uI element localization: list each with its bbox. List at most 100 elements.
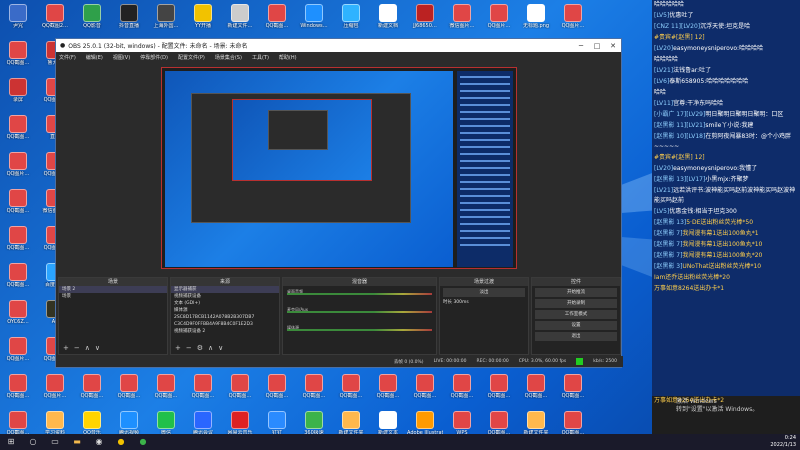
file-icon xyxy=(120,4,138,22)
desktop-icon[interactable]: QQ图片… xyxy=(481,2,517,38)
source-item[interactable]: 显示器捕获 xyxy=(171,286,279,293)
desktop-icon[interactable]: Windows… xyxy=(296,2,332,38)
maximize-button[interactable]: □ xyxy=(589,42,605,50)
desktop-icon[interactable]: YY开播 xyxy=(185,2,221,38)
scene-item[interactable]: 场景 xyxy=(59,293,167,300)
desktop-icon[interactable]: QQ截图2… xyxy=(37,2,73,38)
source-item[interactable]: 文本 (GDI+) xyxy=(171,300,279,307)
mixer-channel[interactable]: 媒体源 xyxy=(287,325,432,333)
tray-date: 2022/1/13 xyxy=(770,442,796,448)
file-icon xyxy=(46,411,64,429)
desktop-icon[interactable]: 尹咒 xyxy=(0,2,36,38)
source-item[interactable]: C3C4D9F0FFBB4A9F8B4C0F1E2D3 xyxy=(171,321,279,328)
mixer-channel[interactable]: 麦克风/Aux xyxy=(287,307,432,315)
sources-toolbar[interactable]: +−⚙∧∨ xyxy=(175,344,228,352)
desktop-icon[interactable]: QQ截图… xyxy=(148,372,184,408)
desktop-icon[interactable]: QQ图片… xyxy=(0,150,36,186)
desktop-icon[interactable]: QQ截图… xyxy=(0,372,36,408)
desktop-icon[interactable]: QQ截图… xyxy=(518,372,554,408)
desktop-icon-label: QQ截图… xyxy=(117,393,141,399)
menu-profile[interactable]: 配置文件(P) xyxy=(178,54,205,61)
start-streaming-button[interactable]: 开始推流 xyxy=(535,288,617,297)
chat-lvl: [LV20] xyxy=(654,165,674,172)
desktop-icon[interactable]: QQ截图… xyxy=(259,2,295,38)
close-button[interactable]: ✕ xyxy=(605,42,621,50)
desktop-icon[interactable]: 压缩包 xyxy=(333,2,369,38)
scenes-title: 场景 xyxy=(59,278,167,286)
desktop-icon[interactable]: QQ截图… xyxy=(0,261,36,297)
obs-preview[interactable] xyxy=(161,67,517,269)
desktop-icon[interactable]: QQ截图… xyxy=(333,372,369,408)
desktop-icon[interactable]: QQ图片… xyxy=(555,2,591,38)
yy-taskbar-icon[interactable]: ● xyxy=(112,436,130,448)
desktop-icon[interactable]: QQ截图… xyxy=(0,113,36,149)
desktop-icon[interactable]: QQ截图… xyxy=(0,39,36,75)
chat-text: 干净东吗哈哈 xyxy=(687,100,724,107)
menu-view[interactable]: 视图(V) xyxy=(113,54,130,61)
settings-button[interactable]: 设置 xyxy=(535,321,617,330)
desktop-icon[interactable]: QQ截图… xyxy=(296,372,332,408)
desktop-icon[interactable]: QQ截图… xyxy=(259,372,295,408)
scene-item[interactable]: 场景 2 xyxy=(59,286,167,293)
desktop-icon-label: QQ截图… xyxy=(302,393,326,399)
desktop-icon[interactable]: QQ截图… xyxy=(185,372,221,408)
desktop-icon[interactable]: QQ截图… xyxy=(0,224,36,260)
duration-input[interactable]: 300ms xyxy=(453,300,468,305)
desktop-icon[interactable]: QQ截图… xyxy=(74,372,110,408)
desktop-icon[interactable]: 抖音直播 xyxy=(111,2,147,38)
start-recording-button[interactable]: 开始录制 xyxy=(535,299,617,308)
menu-scene-collection[interactable]: 场景集合(S) xyxy=(215,54,242,61)
file-icon xyxy=(157,374,175,392)
desktop-icon[interactable]: 新建文档 xyxy=(370,2,406,38)
taskbar: ⊞ ○ ▭ ▬ ◉ ● ● 0:24 2022/1/13 xyxy=(0,434,800,450)
desktop-icon[interactable]: QQ截图… xyxy=(111,372,147,408)
obs-taskbar-icon[interactable]: ◉ xyxy=(90,436,108,448)
desktop-icon[interactable]: 录屏 xyxy=(0,76,36,112)
360-browser-icon[interactable]: ● xyxy=(134,436,152,448)
desktop-icon[interactable]: JJ68650… xyxy=(407,2,443,38)
desktop-icon-label: QQ截图2… xyxy=(41,23,69,29)
desktop-icon-label: QQ截图… xyxy=(265,23,289,29)
menu-edit[interactable]: 编辑(E) xyxy=(86,54,103,61)
menu-help[interactable]: 帮助(H) xyxy=(279,54,297,61)
desktop-icon-label: 压缩包 xyxy=(343,23,359,29)
source-item[interactable]: 视频捕获设备 2 xyxy=(171,328,279,335)
desktop-icon[interactable]: OYC6Z… xyxy=(0,298,36,334)
desktop-icon[interactable]: QQ截图… xyxy=(444,372,480,408)
menu-file[interactable]: 文件(F) xyxy=(59,54,76,61)
search-icon[interactable]: ○ xyxy=(24,436,42,448)
menu-docks[interactable]: 停靠部件(D) xyxy=(140,54,168,61)
file-explorer-icon[interactable]: ▬ xyxy=(68,436,86,448)
chat-name: 我闯漫有幕1 xyxy=(682,230,717,237)
desktop-icon[interactable]: QQ截图… xyxy=(370,372,406,408)
minimize-button[interactable]: ─ xyxy=(573,42,589,50)
desktop-icon[interactable]: 微信图片… xyxy=(444,2,480,38)
desktop-icon[interactable]: QQ截图… xyxy=(555,372,591,408)
desktop-icon[interactable]: 新建文件… xyxy=(222,2,258,38)
start-button[interactable]: ⊞ xyxy=(2,436,20,448)
task-view-icon[interactable]: ▭ xyxy=(46,436,64,448)
desktop-icon[interactable]: QQ截图… xyxy=(0,187,36,223)
desktop-icon[interactable]: QQ影音 xyxy=(74,2,110,38)
desktop-icon[interactable]: 无标题.png xyxy=(518,2,554,38)
chat-message: 万事如意8264送出办卡*1 xyxy=(652,284,800,294)
source-item[interactable]: 媒体源 xyxy=(171,307,279,314)
studio-mode-button[interactable]: 工作室模式 xyxy=(535,310,617,319)
desktop-icon[interactable]: QQ图片… xyxy=(37,372,73,408)
scenes-toolbar[interactable]: +−∧∨ xyxy=(63,344,105,352)
chat-text: 送出粉丝荧光棒*10 xyxy=(708,263,762,270)
chat-message: [CNZ 11][LV20]沉浮天使:坦克是哈 xyxy=(652,22,800,32)
menu-tools[interactable]: 工具(T) xyxy=(252,54,269,61)
mixer-channel[interactable]: 桌面音频 xyxy=(287,289,432,297)
desktop-icon[interactable]: 上海外国… xyxy=(148,2,184,38)
desktop-icon[interactable]: QQ截图… xyxy=(222,372,258,408)
desktop-icon[interactable]: QQ图片… xyxy=(0,335,36,371)
desktop-icon[interactable]: QQ截图… xyxy=(481,372,517,408)
exit-button[interactable]: 退出 xyxy=(535,332,617,341)
desktop-icon[interactable]: QQ截图… xyxy=(407,372,443,408)
source-item[interactable]: 视频捕获设备 xyxy=(171,293,279,300)
transition-select[interactable]: 淡出 xyxy=(443,288,525,297)
desktop-icon-label: QQ图片… xyxy=(487,23,511,29)
system-tray-clock[interactable]: 0:24 2022/1/13 xyxy=(770,435,796,449)
source-item[interactable]: 2SC8D17BCB1142A078B2B307DB7 xyxy=(171,314,279,321)
